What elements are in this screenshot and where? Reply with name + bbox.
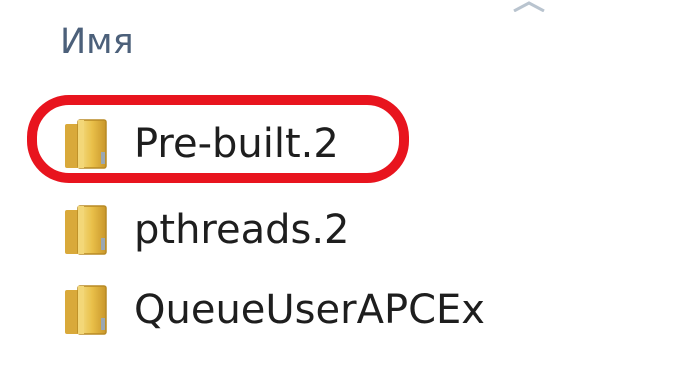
file-name: pthreads.2 xyxy=(134,207,350,253)
folder-icon xyxy=(65,205,107,255)
list-item-pre-built[interactable]: Pre-built.2 xyxy=(64,112,339,176)
folder-icon xyxy=(65,285,107,335)
list-item-queueuserapcex[interactable]: QueueUserAPCEx xyxy=(64,278,485,342)
file-list: Pre-built.2 pthreads.2 QueueUserAPCEx xyxy=(0,0,688,385)
folder-icon xyxy=(65,119,107,169)
list-item-pthreads[interactable]: pthreads.2 xyxy=(64,198,350,262)
file-name: QueueUserAPCEx xyxy=(134,287,485,333)
file-name: Pre-built.2 xyxy=(134,121,339,167)
